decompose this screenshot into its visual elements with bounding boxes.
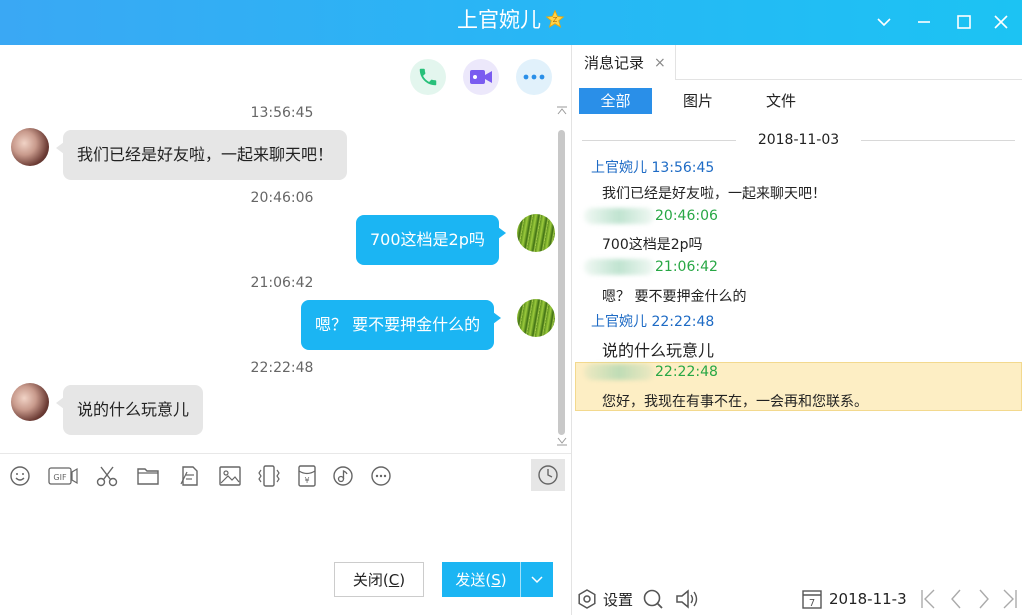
message-bubble-outgoing: 嗯？ 要不要押金什么的	[301, 300, 502, 350]
settings-button[interactable]: 设置	[577, 585, 633, 613]
history-footer: 设置 7 2018-11-3	[572, 585, 1022, 615]
filter-all[interactable]: 全部	[579, 88, 652, 114]
history-sender: 上官婉儿 13:56:45	[591, 157, 714, 177]
message-bubble-incoming: 说的什么玩意儿	[55, 385, 204, 435]
avatar[interactable]	[11, 383, 49, 421]
video-icon[interactable]	[463, 59, 499, 95]
send-label-end: )	[500, 570, 507, 589]
tab-underline	[676, 79, 1022, 80]
history-pane: 消息记录 × 全部 图片 文件 2018-11-03 上官婉儿 13:56:45…	[572, 45, 1022, 615]
send-label-text: 发送(	[455, 571, 492, 589]
avatar[interactable]	[517, 299, 555, 337]
history-message: 700这档是2p吗	[602, 237, 703, 253]
message-bubble-outgoing: 700这档是2p吗	[356, 215, 506, 265]
date-picker-value[interactable]: 2018-11-3	[829, 585, 907, 613]
svg-text:Z: Z	[553, 16, 558, 24]
redpacket-icon[interactable]: ¥	[294, 463, 320, 489]
message-bubble-incoming: 我们已经是好友啦，一起来聊天吧！	[55, 130, 348, 180]
message-timestamp: 13:56:45	[250, 105, 314, 121]
folder-icon[interactable]	[135, 463, 161, 489]
scrollbar-thumb[interactable]	[558, 130, 565, 435]
close-button-label: 关闭(	[352, 571, 389, 589]
tab-label: 消息记录	[584, 54, 645, 72]
history-sender-time: 21:06:42	[655, 259, 718, 275]
svg-text:¥: ¥	[304, 476, 309, 485]
chevron-down-icon[interactable]	[521, 562, 553, 597]
settings-label: 设置	[603, 590, 634, 609]
history-message: 我们已经是好友啦，一起来聊天吧！	[602, 186, 826, 202]
calendar-icon[interactable]: 7	[801, 585, 823, 613]
message-timestamp: 20:46:06	[250, 190, 314, 206]
calendar-day: 7	[809, 598, 815, 609]
more-icon[interactable]	[516, 59, 552, 95]
image-icon[interactable]	[217, 463, 243, 489]
gif-icon[interactable]: GIF	[48, 463, 78, 489]
scissors-icon[interactable]	[94, 463, 120, 489]
phone-icon[interactable]	[410, 59, 446, 95]
search-icon[interactable]	[642, 585, 664, 613]
send-button-label[interactable]: 发送(S)	[442, 562, 520, 597]
close-button-end: )	[399, 570, 406, 589]
maximize-icon[interactable]	[950, 8, 978, 36]
blurred-name	[584, 364, 654, 380]
history-sender-time: 22:22:48	[655, 364, 718, 380]
send-label-key: S	[491, 570, 501, 589]
toolbar-divider	[0, 453, 571, 454]
history-message: 您好，我现在有事不在，一会再和您联系。	[602, 394, 868, 410]
close-icon[interactable]	[987, 8, 1015, 36]
chevron-down-icon[interactable]	[870, 8, 898, 36]
window-title: 上官婉儿 Z	[0, 0, 1022, 45]
close-button-key: C	[388, 570, 400, 589]
window-title-text: 上官婉儿	[457, 8, 541, 32]
star-badge-icon: Z	[545, 9, 565, 28]
sender-time: 22:22:48	[651, 314, 715, 330]
first-page-icon[interactable]	[919, 585, 937, 613]
chat-pane: 13:56:45 我们已经是好友啦，一起来聊天吧！ 20:46:06 700这档…	[0, 45, 571, 615]
shake-icon[interactable]	[256, 463, 282, 489]
message-timestamp: 22:22:48	[250, 360, 314, 376]
next-page-icon[interactable]	[977, 585, 991, 613]
history-sender: 上官婉儿 22:22:48	[591, 311, 714, 331]
date-separator-text: 2018-11-03	[757, 132, 840, 148]
date-separator: 2018-11-03	[572, 132, 1022, 148]
doc-icon[interactable]	[177, 463, 203, 489]
message-timestamp: 21:06:42	[250, 275, 314, 291]
minimize-icon[interactable]	[910, 8, 938, 36]
blurred-name	[584, 208, 654, 224]
more-icon[interactable]	[368, 463, 394, 489]
avatar[interactable]	[517, 214, 555, 252]
emoji-icon[interactable]	[7, 463, 33, 489]
avatar[interactable]	[11, 128, 49, 166]
sender-name: 上官婉儿	[591, 314, 647, 330]
tab-message-history[interactable]: 消息记录 ×	[572, 45, 676, 80]
gear-icon	[578, 589, 596, 609]
clock-icon[interactable]	[531, 459, 565, 491]
history-message: 说的什么玩意儿	[602, 341, 715, 360]
close-button[interactable]: 关闭(C)	[334, 562, 424, 597]
blurred-name	[584, 259, 654, 275]
title-bar: 上官婉儿 Z	[0, 0, 1022, 45]
filter-files[interactable]: 文件	[751, 88, 811, 114]
close-icon[interactable]: ×	[654, 55, 666, 71]
svg-text:GIF: GIF	[53, 473, 67, 482]
speaker-icon[interactable]	[674, 585, 702, 613]
scroll-bottom-icon[interactable]	[556, 435, 568, 447]
filter-images[interactable]: 图片	[668, 88, 728, 114]
scroll-top-icon[interactable]	[556, 105, 568, 117]
history-sender-time: 20:46:06	[655, 208, 718, 224]
last-page-icon[interactable]	[1001, 585, 1019, 613]
send-button[interactable]: 发送(S)	[442, 562, 553, 597]
sender-time: 13:56:45	[651, 160, 715, 176]
history-message: 嗯？ 要不要押金什么的	[602, 289, 747, 305]
sender-name: 上官婉儿	[591, 160, 647, 176]
prev-page-icon[interactable]	[949, 585, 963, 613]
music-icon[interactable]	[330, 463, 356, 489]
